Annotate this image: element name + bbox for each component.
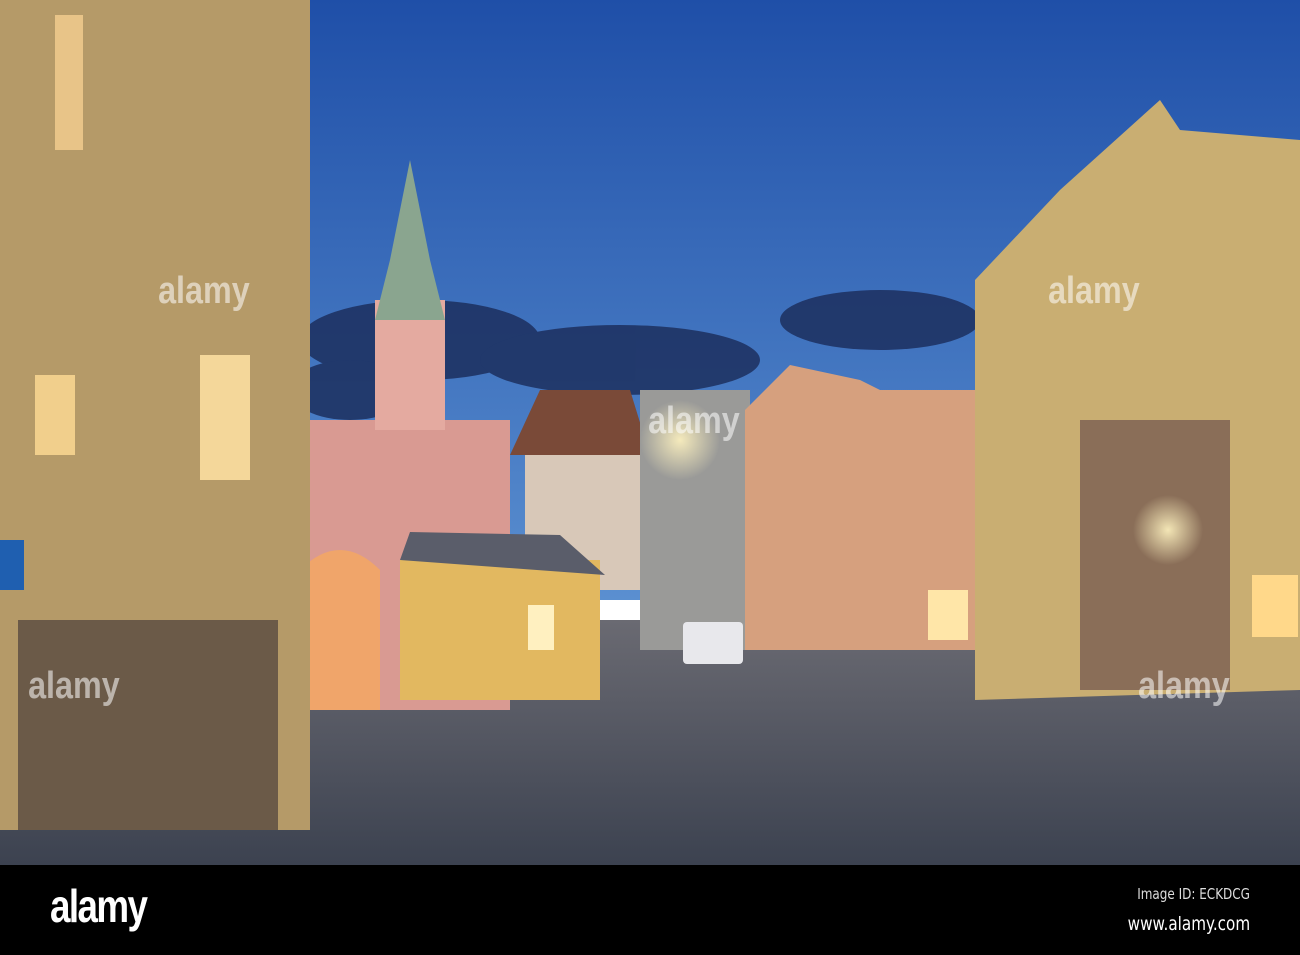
watermark: alamy [28,665,120,707]
yellow-house [400,560,600,700]
parking-sign [0,540,24,590]
lit-window [1252,575,1298,637]
watermark: alamy [1138,665,1230,707]
street-lamp-glow [1133,495,1203,565]
watermark: alamy [648,400,740,442]
alamy-logo[interactable]: alamy [50,879,148,933]
image-id: Image ID: ECKDCG [1137,885,1250,903]
lit-window [200,355,250,480]
white-van [683,622,743,664]
footer-bar: alamy Image ID: ECKDCG www.alamy.com [0,865,1300,955]
church-arch [300,550,380,710]
watermark: alamy [158,270,250,312]
watermark: alamy [1048,270,1140,312]
shop-window [528,605,554,650]
lit-doorway [928,590,968,640]
building-left-base [18,620,278,830]
lit-window [35,375,75,455]
site-url[interactable]: www.alamy.com [1127,913,1250,935]
lit-window [55,15,83,150]
